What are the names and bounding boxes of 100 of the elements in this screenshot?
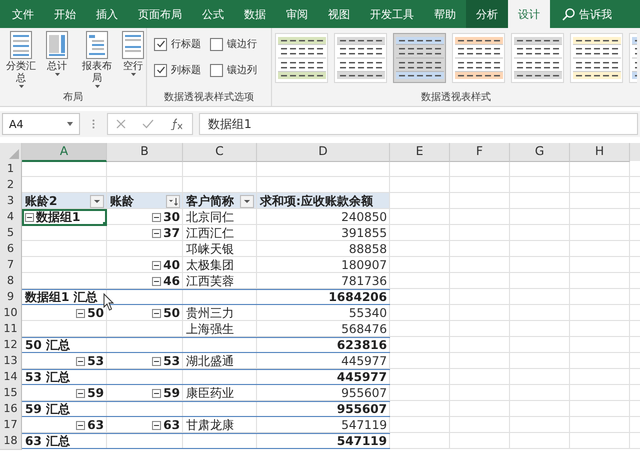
row-header[interactable]: 4: [0, 209, 22, 226]
collapse-icon[interactable]: [152, 421, 162, 430]
collapse-icon[interactable]: [76, 421, 86, 430]
collapse-icon[interactable]: [25, 213, 34, 222]
collapse-icon[interactable]: [152, 389, 162, 398]
cell-text: 邛崃天银: [186, 242, 234, 257]
cell-text: 59: [87, 386, 104, 401]
row-header[interactable]: 6: [0, 241, 22, 258]
style-thumbnail[interactable]: [452, 33, 505, 83]
table-icon: [86, 31, 108, 59]
cell-text: 50: [87, 306, 104, 321]
ribbon-tab[interactable]: 审阅: [276, 0, 318, 28]
ribbon-tab[interactable]: 文件: [2, 0, 44, 28]
checkbox-label[interactable]: 镶边行: [227, 37, 257, 51]
table-icon: [122, 31, 144, 59]
collapse-icon[interactable]: [152, 261, 162, 270]
column-header[interactable]: A: [22, 143, 107, 162]
ribbon-dropdown-button[interactable]: 空行: [115, 31, 151, 89]
cell-text: 547119: [341, 418, 387, 433]
collapse-icon[interactable]: [76, 309, 86, 318]
ribbon-tab[interactable]: 设计: [508, 0, 550, 28]
row-header[interactable]: 15: [0, 385, 22, 402]
cell-text: 上海强生: [186, 322, 234, 337]
ribbon-tab[interactable]: 页面布局: [128, 0, 192, 28]
collapse-icon[interactable]: [152, 229, 162, 238]
checkbox[interactable]: [154, 64, 167, 76]
collapse-icon[interactable]: [152, 309, 162, 318]
row-header[interactable]: 8: [0, 273, 22, 290]
table-icon: [46, 31, 68, 59]
row-header[interactable]: 9: [0, 289, 22, 306]
sort-filter-icon[interactable]: [166, 195, 180, 208]
cell-text: 445977: [341, 354, 387, 369]
row-header[interactable]: 1: [0, 161, 22, 178]
filter-dropdown-icon[interactable]: [90, 195, 104, 208]
cell-text: 63 汇总: [25, 434, 70, 449]
ribbon-tab[interactable]: 视图: [318, 0, 360, 28]
style-thumbnail[interactable]: [570, 33, 623, 83]
ribbon-dropdown-button[interactable]: 报表布局: [79, 31, 115, 89]
name-box[interactable]: A4: [2, 113, 80, 135]
row-header[interactable]: 11: [0, 321, 22, 338]
cell-text: 59: [163, 386, 180, 401]
style-thumbnail[interactable]: [334, 33, 387, 83]
tab-label: 告诉我: [579, 6, 612, 22]
ribbon-tab[interactable]: 分析: [466, 0, 508, 28]
row-header[interactable]: 17: [0, 417, 22, 434]
row-header[interactable]: 5: [0, 225, 22, 242]
cell-reference: A4: [9, 118, 24, 130]
ribbon-tab[interactable]: 数据: [234, 0, 276, 28]
cell-text: 180907: [341, 258, 387, 273]
row-header[interactable]: 16: [0, 401, 22, 418]
cell-text: 59 汇总: [25, 402, 70, 417]
formula-input[interactable]: 数据组1: [199, 113, 638, 135]
style-thumbnail[interactable]: [275, 33, 328, 83]
row-header[interactable]: 7: [0, 257, 22, 274]
checkbox[interactable]: [210, 38, 223, 50]
ribbon-tab[interactable]: 告诉我: [550, 0, 622, 28]
cell-text: 53: [87, 354, 104, 369]
function-icon[interactable]: [170, 118, 184, 130]
cell-text: 781736: [341, 274, 387, 289]
checkbox-label[interactable]: 镶边列: [227, 63, 257, 77]
mouse-cursor-icon: [103, 293, 115, 311]
row-header[interactable]: 2: [0, 177, 22, 194]
row-header[interactable]: 14: [0, 369, 22, 386]
collapse-icon[interactable]: [76, 389, 86, 398]
cell-text: 数据组1: [36, 210, 80, 225]
cell-text: 445977: [336, 370, 387, 385]
ribbon-dropdown-button[interactable]: 总计: [39, 31, 75, 89]
active-cell[interactable]: 数据组1: [22, 209, 107, 226]
ribbon-dropdown-button[interactable]: 分类汇总: [3, 31, 39, 89]
style-thumbnail[interactable]: [393, 33, 446, 83]
style-thumbnail[interactable]: [511, 33, 564, 83]
button-label: 报表布局: [81, 61, 113, 85]
checkbox[interactable]: [154, 38, 167, 50]
cell-text: 贵州三力: [186, 306, 234, 321]
cell-text: 40: [163, 258, 180, 273]
collapse-icon[interactable]: [152, 213, 162, 222]
ribbon-tab[interactable]: 开始: [44, 0, 86, 28]
checkbox[interactable]: [210, 64, 223, 76]
check-icon[interactable]: [142, 119, 154, 129]
row-header[interactable]: 18: [0, 433, 22, 450]
group-label: 数据透视表样式: [420, 90, 492, 105]
ribbon-tab[interactable]: 开发工具: [360, 0, 424, 28]
cell-text: 账龄: [110, 194, 134, 209]
table-icon: [10, 31, 32, 59]
collapse-icon[interactable]: [152, 277, 162, 286]
collapse-icon[interactable]: [76, 357, 86, 366]
row-header[interactable]: 3: [0, 193, 22, 210]
collapse-icon[interactable]: [152, 357, 162, 366]
checkmark-icon: [156, 39, 166, 49]
cell-text: 63: [87, 418, 104, 433]
filter-dropdown-icon[interactable]: [240, 195, 254, 208]
checkbox-label[interactable]: 列标题: [171, 63, 201, 77]
caret-icon: [18, 85, 24, 88]
checkbox-label[interactable]: 行标题: [171, 37, 201, 51]
ribbon-tab[interactable]: 帮助: [424, 0, 466, 28]
row-header[interactable]: 12: [0, 337, 22, 354]
row-header[interactable]: 10: [0, 305, 22, 322]
row-header[interactable]: 13: [0, 353, 22, 370]
ribbon-tab[interactable]: 插入: [86, 0, 128, 28]
ribbon-tab[interactable]: 公式: [192, 0, 234, 28]
